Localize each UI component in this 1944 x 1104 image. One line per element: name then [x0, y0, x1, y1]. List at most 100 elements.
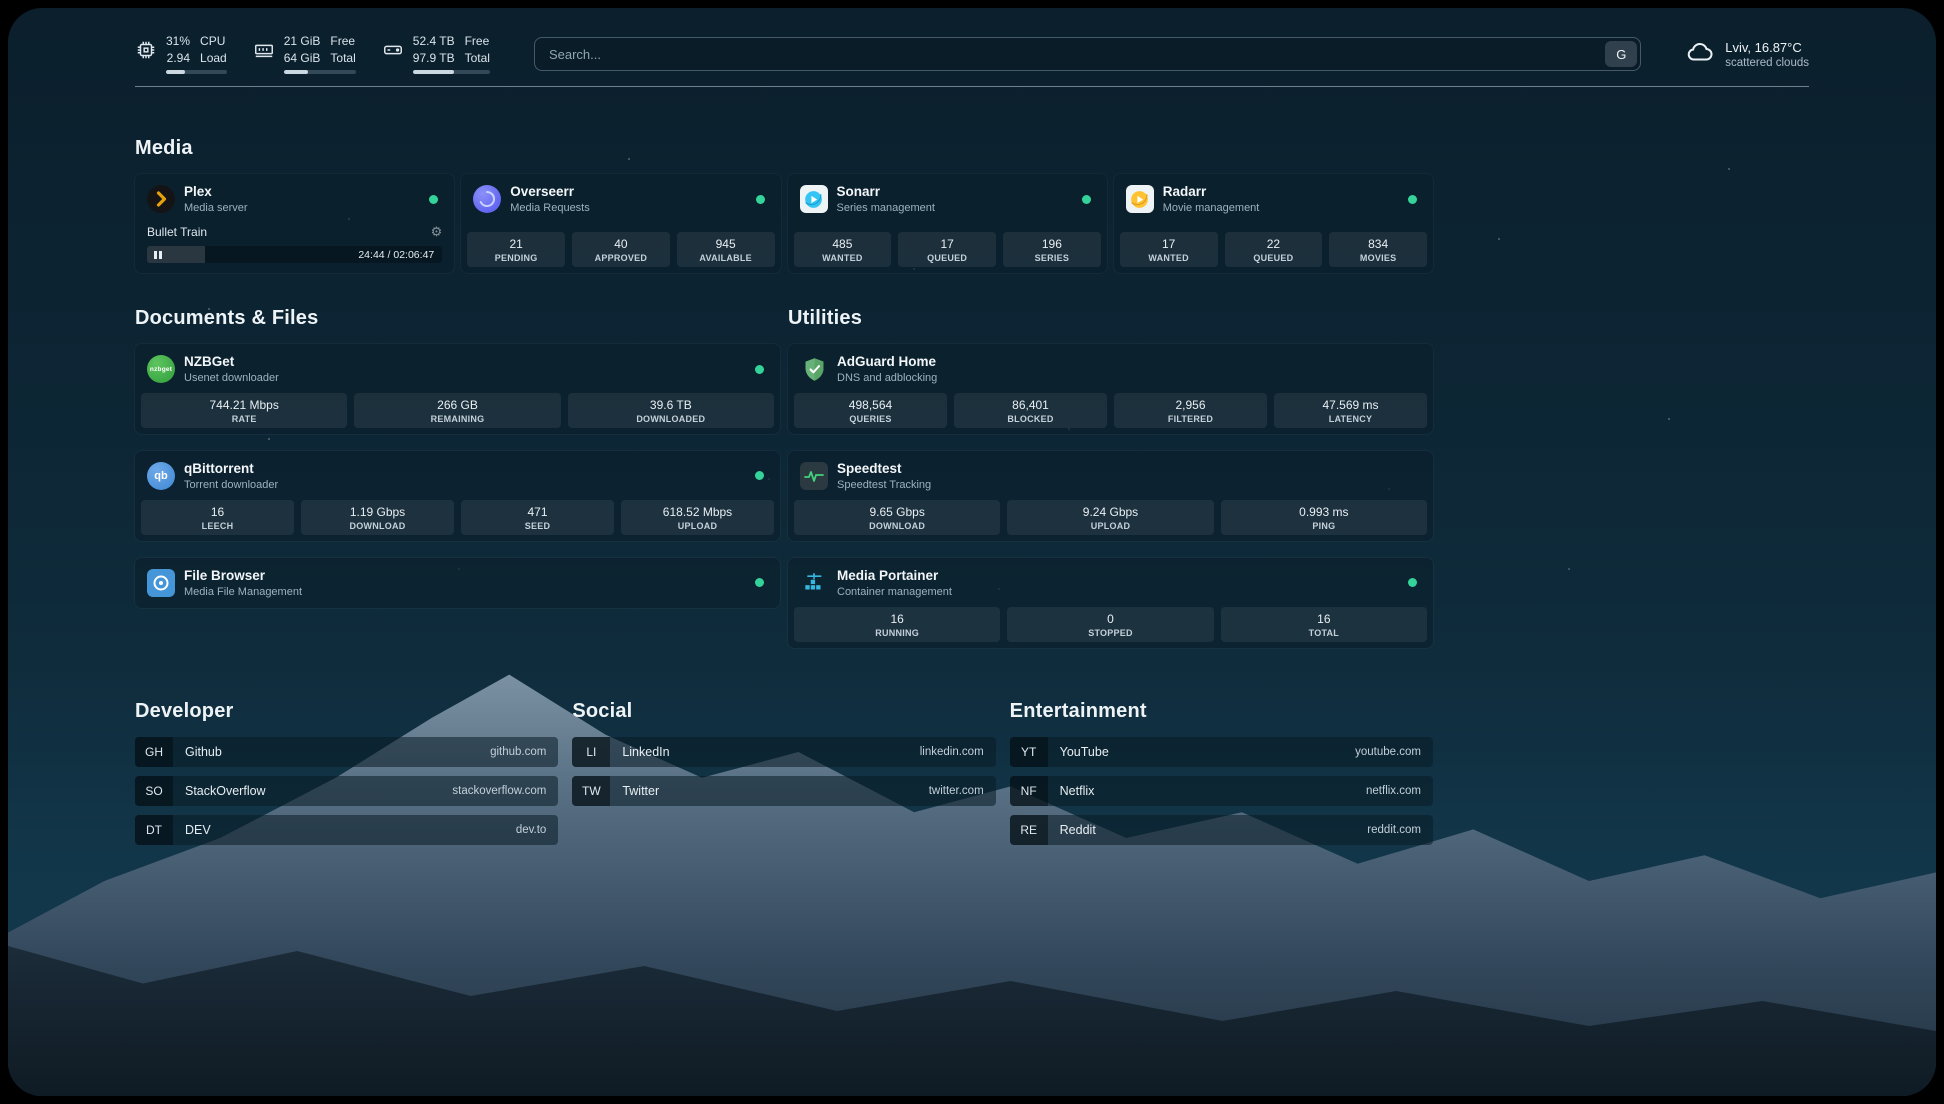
- service-title: Sonarr: [837, 184, 935, 201]
- header-divider: [135, 86, 1809, 87]
- stat-box: 16 RUNNING: [794, 607, 1000, 642]
- bookmark-name: Netflix: [1060, 784, 1095, 798]
- memory-widget: 21 GiB Free 64 GiB Total: [253, 34, 356, 74]
- stat-label: QUEUED: [900, 253, 994, 263]
- service-title: Plex: [184, 184, 248, 201]
- status-indicator: [1408, 578, 1417, 587]
- service-card-plex[interactable]: Plex Media server Bullet Train ⚙: [135, 174, 454, 273]
- stat-label: APPROVED: [574, 253, 668, 263]
- qbittorrent-icon: qb: [147, 462, 175, 490]
- overseerr-icon: [473, 185, 501, 213]
- bookmark-link-twitter[interactable]: TW Twitter twitter.com: [572, 776, 995, 806]
- bookmark-abbr: LI: [572, 737, 610, 767]
- bookmark-name: Github: [185, 745, 222, 759]
- settings-icon[interactable]: ⚙: [431, 224, 443, 240]
- stat-box: 498,564 QUERIES: [794, 393, 947, 428]
- bookmark-link-reddit[interactable]: RE Reddit reddit.com: [1010, 815, 1433, 845]
- stat-value: 1.19 Gbps: [303, 505, 452, 519]
- stat-label: LATENCY: [1276, 414, 1425, 424]
- stat-value: 86,401: [956, 398, 1105, 412]
- cpu-icon: [135, 39, 157, 66]
- sonarr-icon: [800, 185, 828, 213]
- disk-free-label: Free: [465, 34, 490, 50]
- stat-label: WANTED: [1122, 253, 1216, 263]
- search-input[interactable]: [538, 47, 1605, 62]
- stat-box: 17 WANTED: [1120, 232, 1218, 267]
- stat-label: FILTERED: [1116, 414, 1265, 424]
- service-card-qbittorrent[interactable]: qb qBittorrent Torrent downloader 16: [135, 451, 780, 541]
- stat-label: AVAILABLE: [679, 253, 773, 263]
- weather-widget: Lviv, 16.87°C scattered clouds: [1685, 37, 1809, 72]
- stat-label: SERIES: [1005, 253, 1099, 263]
- search-provider-button[interactable]: G: [1605, 41, 1637, 67]
- service-title: AdGuard Home: [837, 354, 937, 371]
- bookmark-url: twitter.com: [929, 785, 984, 797]
- stat-value: 9.65 Gbps: [796, 505, 998, 519]
- stat-box: 471 SEED: [461, 500, 614, 535]
- bookmark-name: DEV: [185, 823, 211, 837]
- bookmark-url: youtube.com: [1355, 746, 1421, 758]
- service-stats: 16 LEECH 1.19 Gbps DOWNLOAD 471 SEED: [141, 500, 774, 535]
- bookmark-link-stackoverflow[interactable]: SO StackOverflow stackoverflow.com: [135, 776, 558, 806]
- stat-value: 618.52 Mbps: [623, 505, 772, 519]
- stat-value: 485: [796, 237, 890, 251]
- bookmark-abbr: NF: [1010, 776, 1048, 806]
- stat-box: 16 TOTAL: [1221, 607, 1427, 642]
- stat-box: 618.52 Mbps UPLOAD: [621, 500, 774, 535]
- bookmark-group-title: Social: [572, 700, 995, 723]
- bookmark-link-github[interactable]: GH Github github.com: [135, 737, 558, 767]
- bookmarks-section: Developer GH Github github.com SO StackO…: [135, 700, 1433, 845]
- service-card-filebrowser[interactable]: File Browser Media File Management: [135, 558, 780, 608]
- service-stats: 21 PENDING 40 APPROVED 945 AVAILABLE: [467, 232, 774, 267]
- memory-usage-bar: [284, 70, 356, 74]
- stat-value: 0: [1009, 612, 1211, 626]
- bookmark-abbr: TW: [572, 776, 610, 806]
- service-card-nzbget[interactable]: nzbget NZBGet Usenet downloader 744.21 M…: [135, 344, 780, 434]
- service-subtitle: Usenet downloader: [184, 372, 279, 384]
- search-bar[interactable]: G: [534, 37, 1641, 71]
- service-stats: 485 WANTED 17 QUEUED 196 SERIES: [794, 232, 1101, 267]
- bookmark-url: dev.to: [516, 824, 546, 836]
- nzbget-icon: nzbget: [147, 355, 175, 383]
- bookmark-link-netflix[interactable]: NF Netflix netflix.com: [1010, 776, 1433, 806]
- service-title: NZBGet: [184, 354, 279, 371]
- bookmark-link-dev[interactable]: DT DEV dev.to: [135, 815, 558, 845]
- status-indicator: [1408, 195, 1417, 204]
- bookmark-link-youtube[interactable]: YT YouTube youtube.com: [1010, 737, 1433, 767]
- disk-total: 97.9 TB: [413, 51, 455, 67]
- stat-value: 196: [1005, 237, 1099, 251]
- service-title: Media Portainer: [837, 568, 952, 585]
- service-subtitle: Media server: [184, 202, 248, 214]
- service-stats: 9.65 Gbps DOWNLOAD 9.24 Gbps UPLOAD 0.99…: [794, 500, 1427, 535]
- plex-now-playing: Bullet Train ⚙ 24:44 / 02:06:47: [141, 223, 448, 267]
- service-subtitle: Movie management: [1163, 202, 1260, 214]
- cpu-widget: 31% CPU 2.94 Load: [135, 34, 227, 74]
- stat-box: 47.569 ms LATENCY: [1274, 393, 1427, 428]
- service-card-overseerr[interactable]: Overseerr Media Requests 21 PENDING 40 A…: [461, 174, 780, 273]
- playback-progress-bar[interactable]: 24:44 / 02:06:47: [147, 246, 442, 263]
- stat-value: 40: [574, 237, 668, 251]
- service-card-adguard[interactable]: AdGuard Home DNS and adblocking 498,564 …: [788, 344, 1433, 434]
- section-title-documents: Documents & Files: [135, 307, 780, 330]
- disk-free: 52.4 TB: [413, 34, 455, 50]
- bookmark-group-title: Developer: [135, 700, 558, 723]
- bookmark-group-title: Entertainment: [1010, 700, 1433, 723]
- stat-label: RATE: [143, 414, 345, 424]
- radarr-icon: [1126, 185, 1154, 213]
- bookmark-name: Reddit: [1060, 823, 1096, 837]
- memory-free-label: Free: [330, 34, 355, 50]
- cpu-load-label: Load: [200, 51, 227, 67]
- pause-button[interactable]: [154, 251, 162, 259]
- stat-label: UPLOAD: [623, 521, 772, 531]
- service-card-radarr[interactable]: Radarr Movie management 17 WANTED 22 QUE…: [1114, 174, 1433, 273]
- bookmark-link-linkedin[interactable]: LI LinkedIn linkedin.com: [572, 737, 995, 767]
- stat-value: 266 GB: [356, 398, 558, 412]
- filebrowser-icon: [147, 569, 175, 597]
- memory-bar-fill: [284, 70, 308, 74]
- service-card-speedtest[interactable]: Speedtest Speedtest Tracking 9.65 Gbps D…: [788, 451, 1433, 541]
- bookmark-group-developer: Developer GH Github github.com SO StackO…: [135, 700, 558, 845]
- service-card-portainer[interactable]: Media Portainer Container management 16 …: [788, 558, 1433, 648]
- stat-label: BLOCKED: [956, 414, 1105, 424]
- stat-box: 2,956 FILTERED: [1114, 393, 1267, 428]
- service-card-sonarr[interactable]: Sonarr Series management 485 WANTED 17 Q…: [788, 174, 1107, 273]
